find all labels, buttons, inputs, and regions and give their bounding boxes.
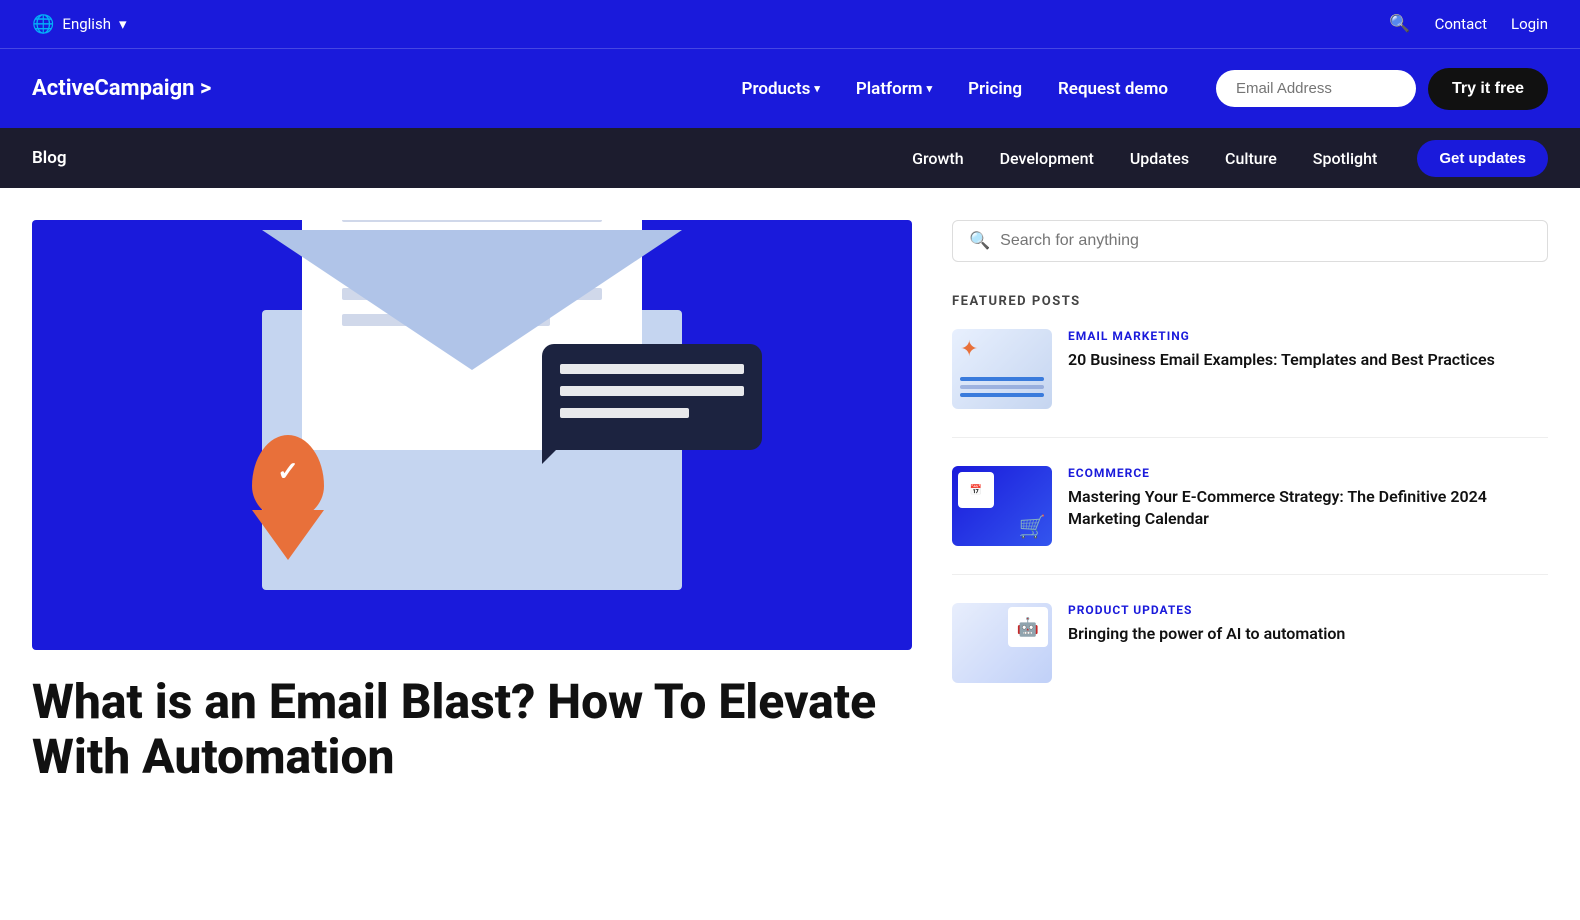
post-thumbnail-ai: 🤖 bbox=[952, 603, 1052, 683]
post-title[interactable]: 20 Business Email Examples: Templates an… bbox=[1068, 349, 1495, 371]
hero-image: ✓ bbox=[32, 220, 912, 650]
blog-label[interactable]: Blog bbox=[32, 148, 67, 168]
top-bar: 🌐 English ▾ 🔍 Contact Login bbox=[0, 0, 1580, 48]
top-bar-right: 🔍 Contact Login bbox=[1389, 14, 1548, 34]
globe-icon: 🌐 bbox=[32, 14, 54, 35]
ai-icon: 🤖 bbox=[1008, 607, 1048, 647]
post-title[interactable]: Mastering Your E-Commerce Strategy: The … bbox=[1068, 486, 1548, 531]
nav-products[interactable]: Products ▾ bbox=[726, 71, 836, 107]
logo[interactable]: ActiveCampaign > bbox=[32, 76, 211, 101]
chat-line bbox=[560, 408, 689, 418]
pin-point bbox=[252, 510, 324, 560]
featured-posts-label: FEATURED POSTS bbox=[952, 294, 1548, 309]
nav-links: Products ▾ Platform ▾ Pricing Request de… bbox=[726, 71, 1184, 107]
chat-tip bbox=[542, 450, 556, 464]
pin-check-icon: ✓ bbox=[277, 457, 299, 487]
thumb-lines bbox=[960, 377, 1044, 401]
post-content: EMAIL MARKETING 20 Business Email Exampl… bbox=[1068, 329, 1495, 371]
post-item: 📅 🛒 ECOMMERCE Mastering Your E-Commerce … bbox=[952, 466, 1548, 546]
login-link[interactable]: Login bbox=[1511, 15, 1548, 33]
cart-icon: 🛒 bbox=[1019, 515, 1046, 540]
post-category: EMAIL MARKETING bbox=[1068, 329, 1495, 343]
nav-pricing[interactable]: Pricing bbox=[952, 71, 1038, 107]
language-label: English bbox=[62, 15, 111, 33]
post-content: ECOMMERCE Mastering Your E-Commerce Stra… bbox=[1068, 466, 1548, 531]
post-item: ✦ EMAIL MARKETING 20 Business Email Exam… bbox=[952, 329, 1548, 409]
main-nav: ActiveCampaign > Products ▾ Platform ▾ P… bbox=[0, 48, 1580, 128]
post-content: PRODUCT UPDATES Bringing the power of AI… bbox=[1068, 603, 1345, 645]
chat-line bbox=[560, 386, 744, 396]
chat-bubble bbox=[542, 344, 762, 450]
pin-body: ✓ bbox=[252, 435, 324, 520]
sidebar: 🔍 FEATURED POSTS ✦ EMAIL MARKETING 20 Bu… bbox=[952, 220, 1548, 784]
divider bbox=[952, 574, 1548, 575]
email-input[interactable] bbox=[1216, 70, 1416, 107]
language-selector[interactable]: 🌐 English ▾ bbox=[32, 14, 126, 35]
chat-line bbox=[560, 364, 744, 374]
search-box: 🔍 bbox=[952, 220, 1548, 262]
letter-line bbox=[342, 220, 602, 222]
get-updates-button[interactable]: Get updates bbox=[1417, 140, 1548, 177]
search-icon[interactable]: 🔍 bbox=[1389, 14, 1410, 34]
divider bbox=[952, 437, 1548, 438]
calendar-icon: 📅 bbox=[958, 472, 994, 508]
blog-link-updates[interactable]: Updates bbox=[1114, 141, 1205, 176]
platform-caret: ▾ bbox=[927, 82, 933, 95]
blog-link-growth[interactable]: Growth bbox=[896, 141, 980, 176]
location-pin: ✓ bbox=[252, 435, 324, 520]
search-input[interactable] bbox=[1000, 232, 1531, 250]
blog-link-development[interactable]: Development bbox=[984, 141, 1110, 176]
blog-link-culture[interactable]: Culture bbox=[1209, 141, 1293, 176]
try-free-button[interactable]: Try it free bbox=[1428, 68, 1548, 110]
search-icon: 🔍 bbox=[969, 231, 990, 251]
article-section: ✓ What is an Email Blast? How To Elevate… bbox=[32, 220, 912, 784]
products-caret: ▾ bbox=[814, 82, 820, 95]
contact-link[interactable]: Contact bbox=[1435, 15, 1487, 33]
blog-links: Growth Development Updates Culture Spotl… bbox=[896, 141, 1393, 176]
post-thumbnail-ecommerce: 📅 🛒 bbox=[952, 466, 1052, 546]
star-icon: ✦ bbox=[960, 337, 978, 362]
blog-link-spotlight[interactable]: Spotlight bbox=[1297, 141, 1394, 176]
post-thumbnail-email: ✦ bbox=[952, 329, 1052, 409]
nav-platform[interactable]: Platform ▾ bbox=[840, 71, 948, 107]
post-category: ECOMMERCE bbox=[1068, 466, 1548, 480]
language-caret: ▾ bbox=[119, 15, 127, 33]
blog-nav: Blog Growth Development Updates Culture … bbox=[0, 128, 1580, 188]
post-item: 🤖 PRODUCT UPDATES Bringing the power of … bbox=[952, 603, 1548, 683]
post-category: PRODUCT UPDATES bbox=[1068, 603, 1345, 617]
nav-cta: Try it free bbox=[1216, 68, 1548, 110]
post-title[interactable]: Bringing the power of AI to automation bbox=[1068, 623, 1345, 645]
article-title: What is an Email Blast? How To Elevate W… bbox=[32, 674, 912, 784]
main-content: ✓ What is an Email Blast? How To Elevate… bbox=[0, 188, 1580, 784]
nav-request-demo[interactable]: Request demo bbox=[1042, 71, 1184, 107]
